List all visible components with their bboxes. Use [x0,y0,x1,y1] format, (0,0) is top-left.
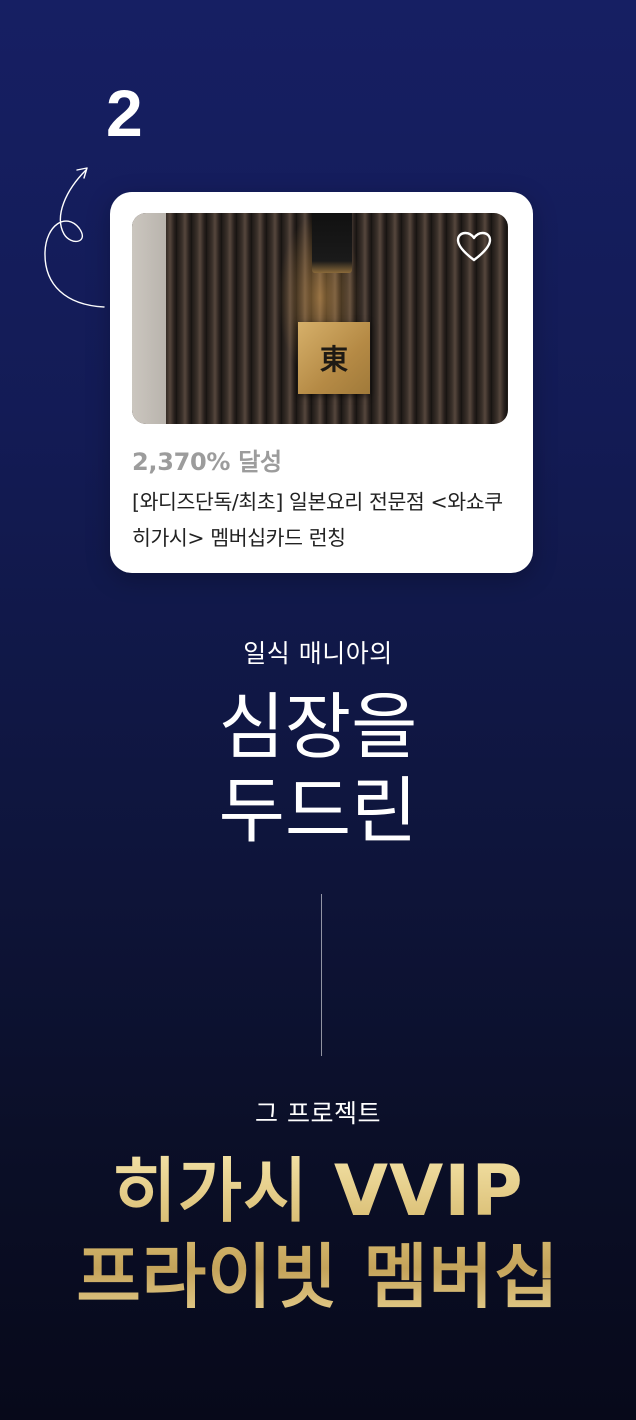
membership-title-line-1: 히가시 VVIP [112,1150,524,1232]
card-image: 東 [132,213,508,424]
membership-title: 히가시 VVIP 프라이빗 멤버십 [0,1148,636,1320]
card-image-wall [132,213,166,424]
membership-title-line-2: 프라이빗 멤버십 [76,1236,560,1318]
card-image-lamp [312,213,352,273]
headline-line-2: 두드린 [218,769,418,853]
intro-subtitle: 일식 매니아의 [243,639,393,668]
curl-arrow-icon [44,167,105,308]
headline: 심장을 두드린 [0,685,636,853]
sign-character: 東 [319,343,348,376]
heart-icon[interactable] [456,231,492,263]
card-image-sign: 東 [298,322,370,394]
headline-line-1: 심장을 [218,685,418,769]
project-label: 그 프로젝트 [255,1099,381,1128]
project-title[interactable]: [와디즈단독/최초] 일본요리 전문점 <와쇼쿠 히가시> 멤버십카드 런칭 [132,484,512,556]
project-card[interactable]: 東 2,370% 달성 [와디즈단독/최초] 일본요리 전문점 <와쇼쿠 히가시… [110,192,533,573]
vertical-divider [321,894,322,1056]
step-number: 2 [106,76,143,150]
funding-rate: 2,370% 달성 [132,448,282,476]
